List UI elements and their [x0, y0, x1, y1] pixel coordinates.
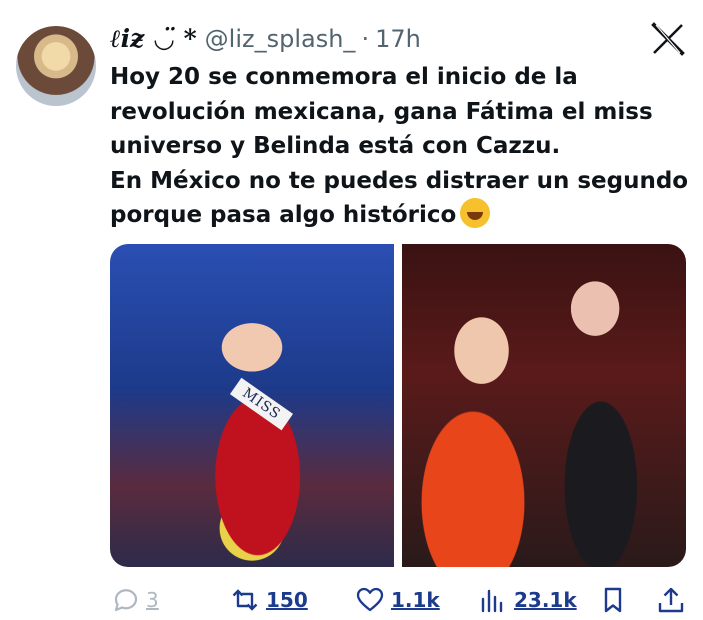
- separator-dot: ·: [361, 25, 370, 53]
- tweet-text: Hoy 20 se conmemora el inicio de la revo…: [110, 60, 695, 233]
- avatar[interactable]: [16, 26, 96, 106]
- x-logo-icon[interactable]: [651, 22, 685, 56]
- timestamp[interactable]: 17h: [375, 25, 421, 53]
- tweet-media[interactable]: MISS: [110, 244, 686, 567]
- views-count: 23.1k: [514, 588, 577, 612]
- bookmark-icon: [604, 587, 622, 613]
- heart-icon: [356, 587, 384, 612]
- repost-button[interactable]: 150: [230, 580, 308, 620]
- reply-button[interactable]: 3: [110, 580, 159, 620]
- sash-label: MISS: [229, 377, 293, 431]
- like-button[interactable]: 1.1k: [355, 580, 440, 620]
- repost-icon: [232, 589, 258, 611]
- reply-count: 3: [146, 588, 159, 612]
- photo-miss-universe[interactable]: MISS: [110, 244, 394, 567]
- share-button[interactable]: [656, 580, 686, 620]
- reply-icon: [114, 589, 138, 612]
- rolling-on-floor-laughing-icon: [460, 198, 491, 228]
- display-name[interactable]: ℓiƶ ◡̈ *: [110, 24, 197, 54]
- user-handle[interactable]: @liz_splash_: [205, 25, 356, 53]
- bookmark-button[interactable]: [598, 580, 628, 620]
- views-chart-icon: [481, 589, 503, 613]
- repost-count: 150: [266, 588, 308, 612]
- tweet-body: Hoy 20 se conmemora el inicio de la revo…: [110, 64, 689, 228]
- tweet-actions: 3 150 1.1k 23.1k: [110, 580, 688, 620]
- like-count: 1.1k: [391, 588, 440, 612]
- photo-belinda-cazzu[interactable]: [402, 244, 686, 567]
- views-button[interactable]: 23.1k: [478, 580, 577, 620]
- tweet-header: ℓiƶ ◡̈ * @liz_splash_ · 17h: [110, 22, 421, 56]
- share-icon: [658, 587, 684, 613]
